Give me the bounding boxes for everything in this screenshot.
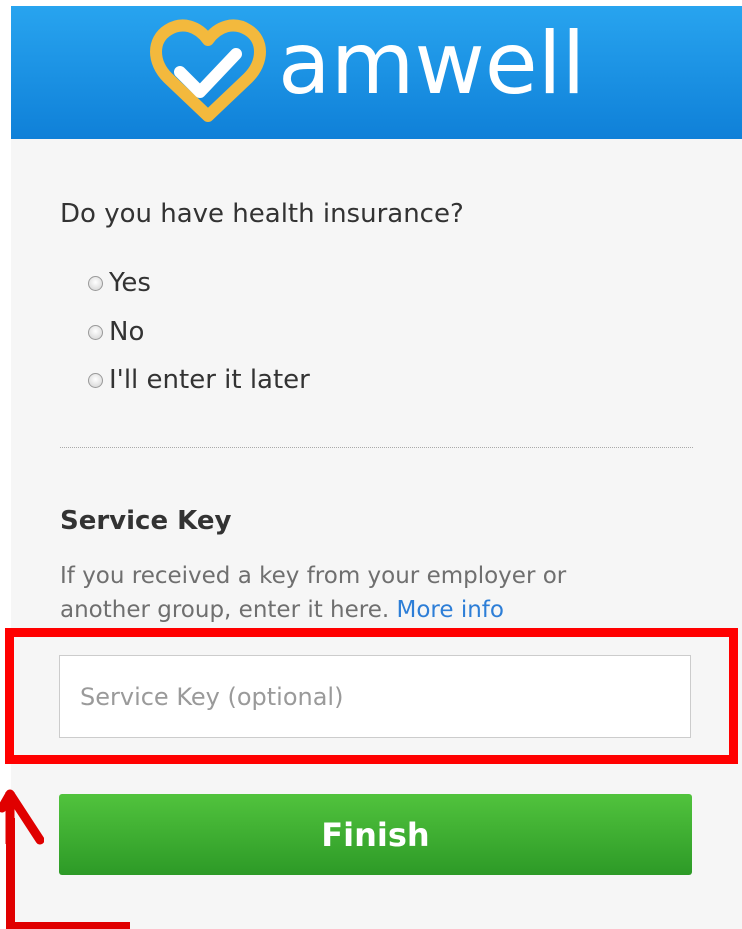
- insurance-question: Do you have health insurance?: [60, 199, 464, 229]
- heart-check-icon: [150, 19, 266, 122]
- radio-button[interactable]: [88, 324, 103, 340]
- service-key-description: If you received a key from your employer…: [60, 559, 660, 627]
- arrow-annotation-tail: [6, 922, 130, 929]
- brand-header: amwell: [11, 6, 742, 139]
- arrow-up-icon: [0, 789, 44, 845]
- radio-option-no[interactable]: No: [88, 315, 144, 349]
- radio-button[interactable]: [88, 372, 103, 388]
- highlight-annotation-box: [5, 628, 738, 764]
- signup-page: amwell Do you have health insurance? Yes…: [0, 0, 742, 929]
- more-info-link[interactable]: More info: [397, 597, 504, 623]
- radio-option-yes[interactable]: Yes: [88, 266, 151, 300]
- radio-button[interactable]: [88, 275, 103, 291]
- form-panel: amwell Do you have health insurance? Yes…: [11, 6, 742, 929]
- brand-wordmark: amwell: [278, 14, 586, 114]
- section-divider: [60, 447, 693, 448]
- radio-option-later[interactable]: I'll enter it later: [88, 363, 310, 397]
- radio-label: Yes: [109, 268, 151, 298]
- radio-label: I'll enter it later: [109, 365, 310, 395]
- service-key-title: Service Key: [60, 506, 232, 536]
- finish-button[interactable]: Finish: [59, 794, 692, 875]
- radio-label: No: [109, 317, 145, 347]
